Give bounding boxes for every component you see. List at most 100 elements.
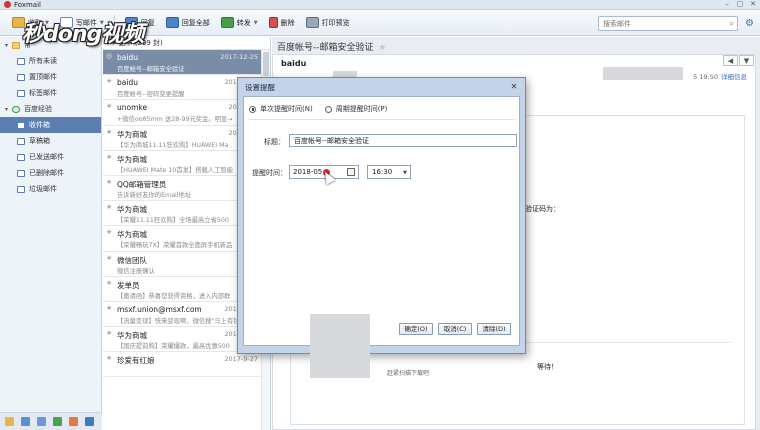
ok-button[interactable]: 确定(O) bbox=[399, 323, 433, 335]
unread-dot-icon[interactable]: ★ bbox=[106, 354, 112, 362]
collapse-icon[interactable]: ▾ bbox=[5, 42, 8, 49]
unread-dot-icon[interactable]: ★ bbox=[106, 178, 112, 186]
tasks-icon[interactable] bbox=[69, 417, 78, 426]
unread-dot-icon[interactable]: ★ bbox=[106, 329, 112, 337]
body-line: 等待！ bbox=[537, 363, 558, 371]
reminder-title-field[interactable] bbox=[289, 134, 517, 147]
unread-dot-icon[interactable]: ★ bbox=[106, 153, 112, 161]
mail-sender: baidu bbox=[117, 53, 138, 62]
time-select[interactable]: 16:30 ▼ bbox=[367, 165, 411, 179]
radio-once[interactable]: 单次提醒时间(N) bbox=[249, 104, 313, 114]
radio-selected-icon[interactable] bbox=[249, 105, 256, 113]
delete-button[interactable]: 删除 bbox=[265, 13, 299, 33]
folder-group-icon bbox=[12, 41, 21, 49]
sidebar-item-label: 草稿箱 bbox=[29, 137, 50, 145]
search-icon[interactable]: ⌕ bbox=[730, 19, 734, 29]
unread-dot-icon[interactable]: ★ bbox=[106, 102, 112, 110]
cancel-button[interactable]: 取消(C) bbox=[438, 323, 472, 335]
sidebar-item-label: 已删除邮件 bbox=[29, 169, 64, 177]
feeds-icon[interactable] bbox=[85, 417, 94, 426]
maximize-button[interactable]: ▢ bbox=[735, 0, 745, 9]
next-message-button[interactable]: ▼ bbox=[739, 55, 754, 66]
previous-message-button[interactable]: ◀ bbox=[723, 55, 738, 66]
chevron-down-icon[interactable]: ▼ bbox=[403, 167, 407, 179]
foxmail-logo-icon bbox=[4, 1, 11, 8]
collapse-icon[interactable]: ▾ bbox=[5, 106, 8, 113]
close-icon[interactable]: ✕ bbox=[508, 81, 520, 92]
calendar-icon[interactable] bbox=[347, 168, 355, 176]
sidebar-item-deleted[interactable]: 已删除邮件 bbox=[0, 165, 101, 181]
radio-unselected-icon[interactable] bbox=[324, 105, 332, 113]
mail-sender: 华为商城 bbox=[117, 230, 147, 240]
drafts-folder-icon bbox=[17, 137, 25, 145]
gear-icon[interactable]: ⚙ bbox=[745, 18, 754, 29]
close-window-button[interactable]: ✕ bbox=[748, 0, 758, 9]
forward-button[interactable]: 转发 ▼ bbox=[217, 13, 262, 33]
sidebar-item-label: 所有未读 bbox=[29, 57, 57, 65]
mail-sender: 华为商城 bbox=[117, 331, 147, 341]
minimize-button[interactable]: – bbox=[722, 0, 732, 9]
account-icon bbox=[12, 105, 21, 113]
subject-text: 百度帐号--邮箱安全验证 bbox=[277, 43, 374, 53]
unread-dot-icon[interactable]: ★ bbox=[106, 254, 112, 262]
unread-dot-icon[interactable]: ★ bbox=[106, 77, 112, 85]
account-baidu-jingyan[interactable]: ▾ 百度经验 bbox=[0, 101, 101, 117]
sidebar-item-pinned[interactable]: 置顶邮件 bbox=[0, 69, 101, 85]
dialog-title: 设置提醒 bbox=[245, 82, 275, 92]
search-input[interactable] bbox=[603, 19, 737, 28]
star-icon[interactable]: ★ bbox=[378, 43, 386, 53]
unread-dot-icon[interactable]: ◎ bbox=[106, 52, 112, 60]
mail-sender: msxf.union@msxf.com bbox=[117, 304, 202, 314]
notes-icon[interactable] bbox=[53, 417, 62, 426]
window-titlebar: Foxmail – ▢ ✕ bbox=[0, 0, 760, 10]
video-watermark-logo: 秒dong视频 bbox=[22, 22, 144, 47]
reply-all-button[interactable]: 回复全部 bbox=[162, 13, 214, 33]
mail-preview: 【HUAWEI Mate 10首发】搭载人工智能 bbox=[117, 166, 233, 174]
radio-repeat-label: 周期提醒时间(P) bbox=[335, 105, 388, 113]
sidebar-item-tagged[interactable]: 标签邮件 bbox=[0, 85, 101, 101]
mail-sender: baidu bbox=[117, 78, 138, 88]
sidebar-item-sent[interactable]: 已发送邮件 bbox=[0, 149, 101, 165]
chevron-down-icon[interactable]: ▼ bbox=[254, 20, 258, 26]
contacts-icon[interactable] bbox=[21, 417, 30, 426]
unread-dot-icon[interactable]: ★ bbox=[106, 128, 112, 136]
mail-sender: 发单员 bbox=[117, 280, 140, 290]
message-nav: ◀ ▼ bbox=[723, 55, 754, 66]
sidebar-item-label: 垃圾邮件 bbox=[29, 185, 57, 193]
print-preview-label: 打印预览 bbox=[321, 18, 350, 27]
dialog-divider bbox=[248, 119, 515, 120]
app-title: Foxmail bbox=[14, 0, 41, 9]
reminder-type-group: 单次提醒时间(N) 周期提醒时间(P) bbox=[249, 104, 387, 114]
search-box[interactable]: ⌕ bbox=[598, 16, 738, 31]
mail-sender: 华为商城 bbox=[117, 129, 147, 139]
print-preview-button[interactable]: 打印预览 bbox=[302, 13, 354, 33]
spam-folder-icon bbox=[17, 185, 25, 193]
sidebar-item-label: 收件箱 bbox=[29, 121, 50, 129]
delete-label: 删除 bbox=[280, 18, 295, 27]
inbox-folder-icon bbox=[17, 121, 25, 129]
clear-button[interactable]: 清除(D) bbox=[477, 323, 511, 335]
calendar-icon[interactable] bbox=[37, 417, 46, 426]
mail-sender: 珍爱有红娘 bbox=[117, 356, 155, 366]
message-time: 5 19:50 详细信息 bbox=[693, 71, 747, 81]
reader-subject: 百度帐号--邮箱安全验证 ★ bbox=[277, 40, 386, 53]
sidebar-item-spam[interactable]: 垃圾邮件 bbox=[0, 181, 101, 197]
mail-list-row[interactable]: ★ 珍爱有红娘 2017-9-27 bbox=[103, 352, 270, 378]
unread-dot-icon[interactable]: ★ bbox=[106, 304, 112, 312]
sidebar-item-drafts[interactable]: 草稿箱 bbox=[0, 133, 101, 149]
details-link[interactable]: 详细信息 bbox=[721, 73, 747, 81]
unread-dot-icon[interactable]: ★ bbox=[106, 279, 112, 287]
mail-icon[interactable] bbox=[5, 417, 14, 426]
time-label: 提醒时间： bbox=[252, 169, 287, 177]
unread-dot-icon[interactable]: ★ bbox=[106, 203, 112, 211]
sidebar-item-inbox[interactable]: 收件箱 bbox=[0, 117, 101, 133]
mail-sender: 华为商城 bbox=[117, 154, 147, 164]
time-text: 5 19:50 bbox=[693, 73, 718, 81]
sidebar-item-all-unread[interactable]: 所有未读 bbox=[0, 53, 101, 69]
radio-repeat[interactable]: 周期提醒时间(P) bbox=[324, 104, 388, 114]
unread-dot-icon[interactable]: ★ bbox=[106, 228, 112, 236]
scrollbar-thumb[interactable] bbox=[263, 52, 269, 76]
sidebar-item-label: 置顶邮件 bbox=[29, 73, 57, 81]
mail-preview: 【邀请函】恭喜您获得资格，进入内部群 bbox=[117, 292, 231, 300]
mail-list-row[interactable]: ◎ baidu 2017-12-25 百度帐号--邮箱安全验证 bbox=[103, 50, 270, 76]
